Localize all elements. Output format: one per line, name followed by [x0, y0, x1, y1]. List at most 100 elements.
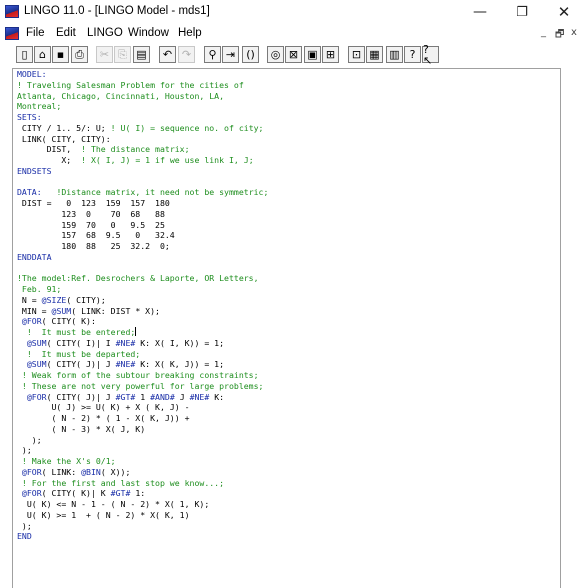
- code-token: U( K) >= 1 + ( N - 2) * X( K, 1): [17, 509, 190, 520]
- menu-lingo[interactable]: LINGO: [87, 27, 123, 39]
- code-line[interactable]: ! These are not very powerful for large …: [17, 381, 268, 392]
- comment-token: ! Traveling Salesman Problem for the cit…: [17, 79, 244, 90]
- paste-icon[interactable]: ▤: [133, 46, 150, 63]
- code-token: );: [17, 434, 42, 445]
- toolbar: ▯ ⌂ ▪ ⎙ ✂ ⎘ ▤ ↶ ↷ ⚲ ⇥() ◎ ⊠ ▣ ⊞ ⊡ ▦ ▥? ?↖: [0, 44, 585, 68]
- tile-icon[interactable]: ▥: [386, 46, 403, 63]
- code-line[interactable]: ( N - 2) * ( 1 - X( K, J)) +: [17, 413, 268, 424]
- code-line[interactable]: CITY / 1.. 5/: U; ! U( I) = sequence no.…: [17, 123, 268, 134]
- code-line[interactable]: @SUM( CITY( I)| I #NE# K: X( I, K)) = 1;: [17, 338, 268, 349]
- redo-icon[interactable]: ↷: [178, 46, 195, 63]
- code-line[interactable]: Atlanta, Chicago, Cincinnati, Houston, L…: [17, 91, 268, 102]
- document-window-icon[interactable]: [5, 27, 19, 40]
- code-line[interactable]: !The model:Ref. Desrochers & Laporte, OR…: [17, 273, 268, 284]
- code-line[interactable]: DATA: !Distance matrix, it need not be s…: [17, 187, 268, 198]
- comment-token: Montreal;: [17, 101, 62, 112]
- code-line[interactable]: MIN = @SUM( LINK: DIST * X);: [17, 306, 268, 317]
- code-line[interactable]: ! For the first and last stop we know...…: [17, 478, 268, 489]
- code-line[interactable]: LINK( CITY, CITY):: [17, 134, 268, 145]
- code-line[interactable]: @FOR( LINK: @BIN( X));: [17, 467, 268, 478]
- code-line[interactable]: DIST, ! The distance matrix;: [17, 144, 268, 155]
- code-token: 1: [135, 391, 151, 402]
- code-line[interactable]: ENDDATA: [17, 252, 268, 263]
- comment-token: ! U( I) = sequence no. of city;: [110, 122, 264, 133]
- close-all-icon[interactable]: ▦: [366, 46, 383, 63]
- find-icon[interactable]: ⚲: [204, 46, 221, 63]
- code-line[interactable]: );: [17, 521, 268, 532]
- model-code[interactable]: MODEL:! Traveling Salesman Problem for t…: [17, 69, 268, 542]
- code-line[interactable]: 157 68 9.5 0 32.4: [17, 230, 268, 241]
- send-to-back-icon[interactable]: ⊡: [348, 46, 365, 63]
- code-line[interactable]: ( N - 3) * X( J, K): [17, 424, 268, 435]
- mdi-restore-button[interactable]: 🗗: [555, 27, 564, 44]
- code-token: ( CITY);: [66, 294, 106, 305]
- context-help-icon[interactable]: ?↖: [422, 44, 439, 66]
- solve-icon[interactable]: ◎: [267, 46, 284, 63]
- save-icon[interactable]: ▪: [52, 46, 69, 63]
- code-line[interactable]: 159 70 0 9.5 25: [17, 220, 268, 231]
- code-token: ( LINK:: [41, 466, 82, 477]
- model-editor[interactable]: MODEL:! Traveling Salesman Problem for t…: [12, 68, 561, 588]
- open-icon[interactable]: ⌂: [34, 46, 51, 63]
- menu-help[interactable]: Help: [178, 27, 202, 39]
- code-line[interactable]: ! Weak form of the subtour breaking cons…: [17, 370, 268, 381]
- lingo-app-icon[interactable]: [5, 5, 19, 18]
- comment-token: !The model:Ref. Desrochers & Laporte, OR…: [17, 273, 259, 284]
- code-line[interactable]: SETS:: [17, 112, 268, 123]
- goto-line-icon[interactable]: ⇥: [222, 46, 239, 63]
- code-line[interactable]: U( K) <= N - 1 - ( N - 2) * X( 1, K);: [17, 499, 268, 510]
- code-line[interactable]: [17, 263, 268, 274]
- menu-edit[interactable]: Edit: [56, 27, 76, 39]
- code-line[interactable]: END: [17, 531, 268, 542]
- code-line[interactable]: ! Traveling Salesman Problem for the cit…: [17, 80, 268, 91]
- code-line[interactable]: U( K) >= 1 + ( N - 2) * X( K, 1): [17, 510, 268, 521]
- code-line[interactable]: DIST = 0 123 159 157 180: [17, 198, 268, 209]
- code-line[interactable]: ENDSETS: [17, 166, 268, 177]
- code-line[interactable]: U( J) >= U( K) + X ( K, J) -: [17, 402, 268, 413]
- copy-icon[interactable]: ⎘: [114, 46, 131, 63]
- print-icon[interactable]: ⎙: [71, 46, 88, 63]
- code-line[interactable]: );: [17, 435, 268, 446]
- maximize-button[interactable]: ❐: [502, 2, 542, 22]
- code-line[interactable]: Feb. 91;: [17, 284, 268, 295]
- keyword-token: SETS:: [17, 112, 42, 122]
- code-line[interactable]: MODEL:: [17, 69, 268, 80]
- code-line[interactable]: );: [17, 445, 268, 456]
- close-button[interactable]: ✕: [544, 2, 584, 22]
- code-line[interactable]: 123 0 70 68 88: [17, 209, 268, 220]
- cut-icon[interactable]: ✂: [96, 46, 113, 63]
- match-paren-icon[interactable]: (): [242, 46, 259, 63]
- comment-token: ! Make the X's 0/1;: [17, 456, 116, 466]
- mdi-close-button[interactable]: x: [571, 27, 577, 38]
- minimize-button[interactable]: —: [460, 2, 500, 22]
- code-line[interactable]: @FOR( CITY( K):: [17, 316, 268, 327]
- help-icon[interactable]: ?: [404, 46, 421, 63]
- code-line[interactable]: ! Make the X's 0/1;: [17, 456, 268, 467]
- new-icon[interactable]: ▯: [16, 46, 33, 63]
- menu-window[interactable]: Window: [128, 27, 169, 39]
- comment-token: ! X( I, J) = 1 if we use link I, J;: [81, 155, 254, 165]
- code-line[interactable]: X; ! X( I, J) = 1 if we use link I, J;: [17, 155, 268, 166]
- undo-icon[interactable]: ↶: [159, 46, 176, 63]
- code-line[interactable]: @SUM( CITY( J)| J #NE# K: X( K, J)) = 1;: [17, 359, 268, 370]
- code-line[interactable]: @FOR( CITY( J)| J #GT# 1 #AND# J #NE# K:: [17, 392, 268, 403]
- keyword-token: END: [17, 531, 32, 542]
- mdi-minimize-button[interactable]: _: [541, 27, 546, 38]
- code-line[interactable]: [17, 177, 268, 188]
- code-line[interactable]: ! It must be entered;: [17, 327, 268, 338]
- matrix-picture-icon[interactable]: ▣: [304, 46, 321, 63]
- comment-token: ! These are not very powerful for large …: [17, 380, 264, 391]
- options-icon[interactable]: ⊞: [322, 46, 339, 63]
- code-line[interactable]: ! It must be departed;: [17, 349, 268, 360]
- code-token: CITY / 1.. 5/: U;: [17, 122, 111, 133]
- code-line[interactable]: 180 88 25 32.2 0;: [17, 241, 268, 252]
- code-line[interactable]: Montreal;: [17, 101, 268, 112]
- code-line[interactable]: @FOR( CITY( K)| K #GT# 1:: [17, 488, 268, 499]
- solution-icon[interactable]: ⊠: [285, 46, 302, 63]
- keyword-token: #NE#: [115, 359, 136, 370]
- code-token: K: X( K, J)) = 1;: [135, 359, 225, 370]
- menu-file[interactable]: File: [26, 27, 45, 39]
- code-token: 159 70 0 9.5 25: [17, 219, 165, 230]
- code-line[interactable]: N = @SIZE( CITY);: [17, 295, 268, 306]
